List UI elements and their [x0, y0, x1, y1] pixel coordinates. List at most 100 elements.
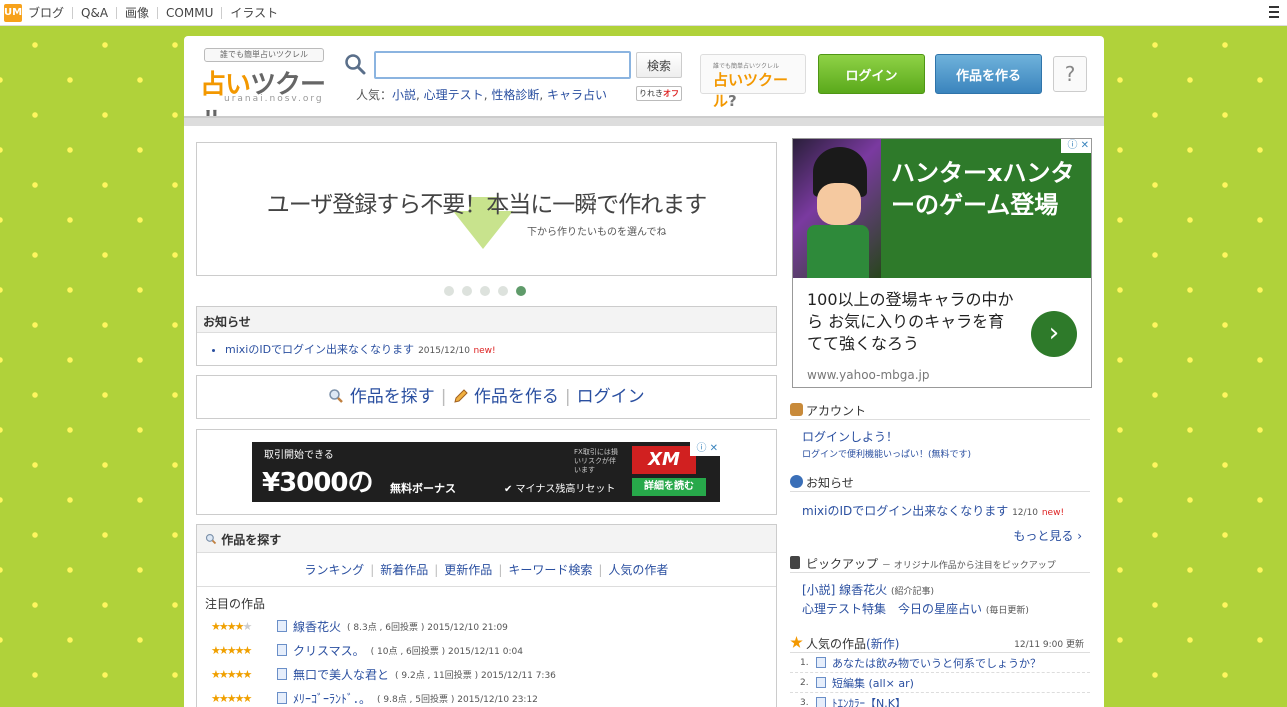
login-link[interactable]: ログインしよう！ [790, 420, 1090, 445]
top-nav-illust[interactable]: イラスト [221, 6, 286, 19]
featured-work-row: ★★★★★ 線香花火 ( 8.3点 , 6回投票 ) 2015/12/10 21… [197, 614, 776, 638]
popular-link-psych[interactable]: 心理テスト [424, 88, 484, 102]
pickup-link-psych[interactable]: 心理テスト特集 [802, 602, 886, 616]
find-links: ランキング | 新着作品 | 更新作品 | キーワード検索 | 人気の作者 [197, 553, 776, 587]
hamburger-menu-icon[interactable] [1269, 6, 1279, 18]
info-icon [790, 475, 803, 488]
notice-list: mixiのIDでログイン出来なくなります 2015/12/10 new! [197, 333, 776, 357]
search-button[interactable]: 検索 [636, 52, 682, 78]
hero-headline: ユーザ登録すら不要！本当に一瞬で作れます [266, 192, 708, 218]
popular-label: 人気： [356, 88, 393, 102]
magnifier-icon [329, 389, 344, 403]
hero-banner[interactable]: ユーザ登録すら不要！本当に一瞬で作れます 下から作りたいものを選んでね [196, 142, 777, 276]
work-title[interactable]: ﾒﾘｰｺﾞｰﾗﾝﾄﾞ．。 [293, 690, 371, 707]
document-icon [277, 620, 287, 632]
quick-nav: 作品を探す | 作品を作る | ログイン [196, 375, 777, 419]
info-header: お知らせ [790, 470, 1090, 492]
ad-banner-fx[interactable]: 取引開始できる ¥3000の 無料ボーナス FX取引には損いリスクが伴います X… [252, 442, 720, 502]
popular-link-novel[interactable]: 小説 [392, 88, 416, 102]
popular-link-personality[interactable]: 性格診断 [491, 88, 539, 102]
find-title: 作品を探す [197, 525, 776, 553]
pickup-item-1: [小説] 線香花火 (紹介記事) [802, 583, 935, 597]
work-meta: ( 10点 , 6回投票 ) 2015/12/11 0:04 [370, 646, 523, 657]
top-nav: ブログ Q&A 画像 COMMU イラスト [28, 6, 286, 19]
link-new-works[interactable]: 新着作品 [380, 563, 428, 577]
popular-keywords: 人気：小説, 心理テスト, 性格診断, キャラ占い [356, 88, 607, 102]
quick-nav-find[interactable]: 作品を探す [350, 387, 435, 407]
account-header: アカウント [790, 398, 1090, 420]
top-nav-qa[interactable]: Q&A [72, 6, 116, 19]
pickup-link-novel[interactable]: [小説] 線香花火 [802, 583, 887, 597]
popular-link[interactable]: 短編集 (all× ar) [832, 675, 914, 691]
history-toggle[interactable]: りれきオフ [636, 86, 682, 101]
quick-nav-create[interactable]: 作品を作る [474, 387, 559, 407]
info-link[interactable]: mixiのIDでログイン出来なくなります [802, 504, 1008, 518]
link-popular-authors[interactable]: 人気の作者 [608, 563, 668, 577]
help-button[interactable]: ? [1053, 56, 1087, 92]
search-input[interactable] [374, 51, 631, 79]
carousel-dot[interactable] [480, 286, 490, 296]
document-icon [277, 644, 287, 656]
more-link[interactable]: もっと見る › [790, 519, 1090, 544]
pickup-header: ピックアップ － オリジナル作品から注目をピックアップ [790, 551, 1090, 573]
top-nav-blog[interactable]: ブログ [28, 7, 72, 19]
work-title[interactable]: クリスマス。 [293, 642, 365, 659]
work-title[interactable]: 線香花火 [293, 618, 341, 635]
logo-url: uranai.nosv.org [224, 94, 324, 104]
top-nav-images[interactable]: 画像 [116, 6, 157, 19]
adchoices-icon[interactable]: ⓘ ✕ [690, 442, 720, 456]
main-content: ユーザ登録すら不要！本当に一瞬で作れます 下から作りたいものを選んでね お知らせ… [184, 126, 1104, 707]
login-button[interactable]: ログイン [818, 54, 925, 94]
work-meta: ( 9.2点 , 11回投票 ) 2015/12/11 7:36 [395, 670, 556, 681]
featured-work-row: ★★★★★ ﾒﾘｰｺﾞｰﾗﾝﾄﾞ．。 ( 9.8点 , 5回投票 ) 2015/… [197, 686, 776, 707]
link-updated-works[interactable]: 更新作品 [444, 563, 492, 577]
adchoices-icon[interactable]: ⓘ ✕ [1061, 139, 1091, 153]
quick-nav-login[interactable]: ログイン [577, 387, 645, 407]
popular-header: 人気の作品(新作) 12/11 9:00 更新 [790, 631, 1090, 653]
notice-link[interactable]: mixiのIDでログイン出来なくなります [225, 343, 414, 356]
site-logo[interactable]: 誰でも簡単占いツクレル 占いツクール uranai.nosv.org [200, 48, 330, 137]
carousel-dot[interactable] [462, 286, 472, 296]
header-divider [184, 116, 1104, 126]
carousel-dot[interactable] [498, 286, 508, 296]
character-image [793, 139, 881, 278]
find-works-panel: 作品を探す ランキング | 新着作品 | 更新作品 | キーワード検索 | 人気の作者 注目の作… [196, 524, 777, 707]
ad-headline: ハンターxハンターのゲーム登場 [881, 139, 1091, 278]
popular-link[interactable]: ﾄｴﾝｶﾗｰ【N.K】 [832, 695, 906, 707]
ad-cta-button[interactable]: 詳細を読む [632, 478, 706, 496]
notice-title: お知らせ [197, 307, 776, 333]
star-rating: ★★★★★ [211, 691, 252, 705]
link-ranking[interactable]: ランキング [305, 563, 365, 577]
featured-work-row: ★★★★★ クリスマス。 ( 10点 , 6回投票 ) 2015/12/11 0… [197, 638, 776, 662]
hero-subtext: 下から作りたいものを選んでね [527, 227, 667, 238]
link-keyword-search[interactable]: キーワード検索 [508, 563, 592, 577]
ad-panel: 取引開始できる ¥3000の 無料ボーナス FX取引には損いリスクが伴います X… [196, 429, 777, 515]
popular-link-chara[interactable]: キャラ占い [547, 88, 607, 102]
ad-game-banner[interactable]: ハンターxハンターのゲーム登場 100以上の登場キャラの中から お気に入りのキャ… [792, 138, 1092, 388]
work-title[interactable]: 無口で美人な君と [293, 666, 389, 683]
site-header: 誰でも簡単占いツクレル 占いツクール uranai.nosv.org 検索 人気… [184, 36, 1104, 137]
carousel-dot[interactable] [444, 286, 454, 296]
user-icon [790, 403, 803, 416]
chevron-right-icon[interactable]: › [1031, 311, 1077, 357]
uranai-tsukuru-help-logo[interactable]: 誰でも簡単占いツクレル 占いツクール? [700, 54, 806, 110]
create-work-button[interactable]: 作品を作る [935, 54, 1042, 94]
top-bar: UM ブログ Q&A 画像 COMMU イラスト [0, 0, 1287, 26]
document-icon [816, 677, 826, 688]
logo-tagline: 誰でも簡単占いツクレル [204, 48, 324, 62]
login-sub[interactable]: ログインで便利機能いっぱい！(無料です) [790, 445, 1090, 460]
pickup-item-2: 心理テスト特集 今日の星座占い (毎日更新) [802, 602, 1029, 616]
um-logo-icon[interactable]: UM [4, 3, 22, 22]
new-badge: new! [473, 346, 496, 356]
notice-panel: お知らせ mixiのIDでログイン出来なくなります 2015/12/10 new! [196, 306, 777, 366]
ad-body: 100以上の登場キャラの中から お気に入りのキャラを育てて強くなろう [807, 290, 1014, 353]
magnifier-icon [205, 533, 217, 545]
star-rating: ★★★★★ [211, 619, 252, 633]
work-meta: ( 9.8点 , 5回投票 ) 2015/12/10 23:12 [377, 694, 538, 705]
popular-link[interactable]: あなたは飲み物でいうと何系でしょうか？ [832, 655, 1041, 671]
top-nav-commu[interactable]: COMMU [157, 6, 221, 19]
pickup-link-horoscope[interactable]: 今日の星座占い [898, 602, 982, 616]
pencil-icon [453, 389, 468, 403]
featured-label: 注目の作品 [205, 597, 266, 611]
carousel-dot-active[interactable] [516, 286, 526, 296]
